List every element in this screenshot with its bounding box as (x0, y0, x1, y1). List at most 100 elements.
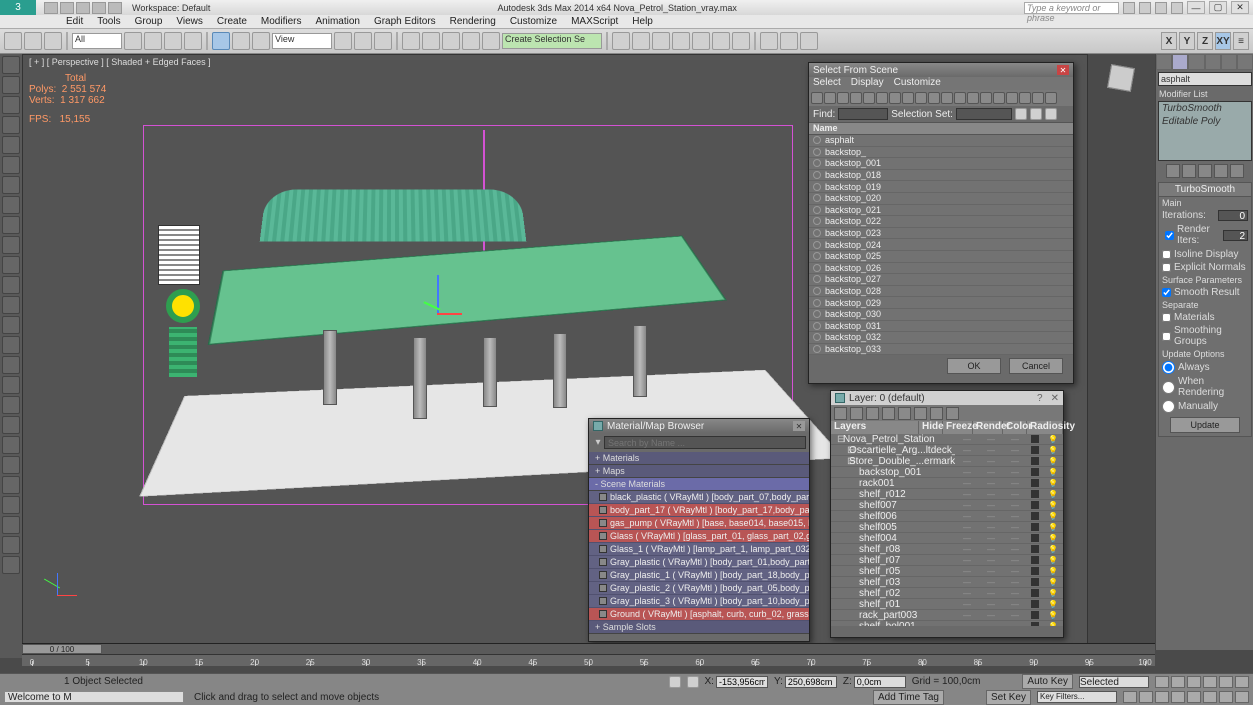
workspace-dropdown[interactable]: Workspace: Default (132, 3, 210, 13)
rotate-button[interactable] (232, 32, 250, 50)
setkey-button[interactable]: Set Key (986, 690, 1031, 705)
key-mode-button[interactable] (1235, 676, 1249, 688)
menu-help[interactable]: Help (626, 15, 659, 28)
ribbon-btn[interactable] (2, 216, 20, 234)
col-hide[interactable]: Hide (919, 421, 943, 434)
sfs-list-item[interactable]: backstop_021 (809, 205, 1073, 217)
ribbon-btn[interactable] (2, 396, 20, 414)
time-ruler[interactable]: 0510152025303540455055606570758085909510… (22, 654, 1155, 666)
stack-btn[interactable] (1230, 164, 1244, 178)
ribbon-btn[interactable] (2, 476, 20, 494)
orbit-button[interactable] (1219, 691, 1233, 703)
layer-tb-btn[interactable] (834, 407, 847, 420)
key-mode-dropdown[interactable]: Selected (1079, 676, 1149, 688)
maximize-button[interactable]: ▢ (1209, 1, 1227, 14)
sfs-filter-btn[interactable] (915, 92, 927, 104)
spinner-snap-button[interactable] (462, 32, 480, 50)
ribbon-btn[interactable] (2, 96, 20, 114)
material-item[interactable]: Gray_plastic_2 ( VRayMtl ) [body_part_05… (589, 582, 809, 595)
constraint-x[interactable]: X (1161, 32, 1177, 50)
autokey-button[interactable]: Auto Key (1022, 674, 1073, 689)
object-name-field[interactable] (1158, 72, 1252, 86)
graphite-button[interactable] (672, 32, 690, 50)
move-button[interactable] (212, 32, 230, 50)
ribbon-btn[interactable] (2, 356, 20, 374)
tab-motion[interactable] (1205, 54, 1221, 70)
menu-rendering[interactable]: Rendering (444, 15, 502, 28)
layer-row[interactable]: shelf_r05———💡 (831, 566, 1063, 577)
ribbon-btn[interactable] (2, 156, 20, 174)
select-region-button[interactable] (164, 32, 182, 50)
tab-create[interactable] (1156, 54, 1172, 70)
col-color[interactable]: Color (1003, 421, 1027, 434)
sfs-tool-btn[interactable] (1030, 108, 1042, 120)
menu-modifiers[interactable]: Modifiers (255, 15, 308, 28)
stack-btn[interactable] (1214, 164, 1228, 178)
menu-maxscript[interactable]: MAXScript (565, 15, 624, 28)
menu-create[interactable]: Create (211, 15, 253, 28)
selection-filter-dropdown[interactable]: All (72, 33, 122, 49)
select-by-name-button[interactable] (144, 32, 162, 50)
layer-row[interactable]: shelf006———💡 (831, 511, 1063, 522)
tab-display[interactable] (1221, 54, 1237, 70)
menu-animation[interactable]: Animation (309, 15, 365, 28)
menu-customize[interactable]: Customize (504, 15, 563, 28)
ribbon-btn[interactable] (2, 136, 20, 154)
sfs-filter-btn[interactable] (954, 92, 966, 104)
menu-edit[interactable]: Edit (60, 15, 89, 28)
sfs-list-item[interactable]: backstop_022 (809, 216, 1073, 228)
exchange-icon[interactable] (1155, 2, 1167, 14)
align-button[interactable] (632, 32, 650, 50)
material-item[interactable]: Glass ( VRayMtl ) [glass_part_01, glass_… (589, 530, 809, 543)
material-item[interactable]: Gray_plastic ( VRayMtl ) [body_part_01,b… (589, 556, 809, 569)
percent-snap-button[interactable] (442, 32, 460, 50)
material-item[interactable]: Ground ( VRayMtl ) [asphalt, curb, curb_… (589, 608, 809, 621)
layer-row[interactable]: ⊟Store_Double_...ermarke———💡 (831, 456, 1063, 467)
sfs-filter-btn[interactable] (811, 92, 823, 104)
ribbon-btn[interactable] (2, 556, 20, 574)
ribbon-btn[interactable] (2, 196, 20, 214)
scene-materials-list[interactable]: black_plastic ( VRayMtl ) [body_part_07,… (589, 491, 809, 621)
app-icon[interactable]: 3 (0, 0, 36, 15)
ribbon-btn[interactable] (2, 116, 20, 134)
update-button[interactable]: Update (1170, 417, 1240, 433)
layer-tb-btn[interactable] (930, 407, 943, 420)
smoothing-groups-check[interactable] (1162, 332, 1171, 341)
sfs-filter-btn[interactable] (1006, 92, 1018, 104)
sfs-list-item[interactable]: backstop_ (809, 147, 1073, 159)
refcoord-dropdown[interactable]: View (272, 33, 332, 49)
help-icon[interactable] (1171, 2, 1183, 14)
sfs-filter-btn[interactable] (876, 92, 888, 104)
constraint-xy[interactable]: XY (1215, 32, 1231, 50)
layer-row[interactable]: shelf005———💡 (831, 522, 1063, 533)
constraint-xyz[interactable]: ≡ (1233, 32, 1249, 50)
help-button[interactable]: ? (1037, 393, 1043, 404)
update-manually-radio[interactable] (1162, 400, 1175, 413)
material-search-input[interactable] (604, 436, 806, 449)
material-group-scene[interactable]: - Scene Materials (589, 478, 809, 491)
transform-typein-button[interactable] (687, 676, 699, 688)
qat-btn[interactable] (76, 2, 90, 14)
sfs-menu-select[interactable]: Select (813, 77, 841, 90)
stack-btn[interactable] (1166, 164, 1180, 178)
layer-row[interactable]: shelf007———💡 (831, 500, 1063, 511)
qat-btn[interactable] (92, 2, 106, 14)
layer-tb-btn[interactable] (866, 407, 879, 420)
sfs-filter-btn[interactable] (1019, 92, 1031, 104)
time-slider-knob[interactable]: 0 / 100 (22, 644, 102, 654)
dialog-close-button[interactable]: ✕ (1057, 65, 1069, 75)
dropdown-icon[interactable]: ▾ (592, 437, 604, 448)
layer-row[interactable]: ⊟Nova_Petrol_Station———💡 (831, 434, 1063, 445)
sfs-filter-btn[interactable] (889, 92, 901, 104)
next-frame-button[interactable] (1203, 676, 1217, 688)
sfs-tool-btn[interactable] (1015, 108, 1027, 120)
ribbon-btn[interactable] (2, 456, 20, 474)
minimize-button[interactable]: — (1187, 1, 1205, 14)
material-group[interactable]: + Maps (589, 465, 809, 478)
layer-row[interactable]: shelf_r01———💡 (831, 599, 1063, 610)
sfs-filter-btn[interactable] (1032, 92, 1044, 104)
tab-utilities[interactable] (1237, 54, 1253, 70)
tab-hierarchy[interactable] (1188, 54, 1204, 70)
layer-row[interactable]: shelf_r08———💡 (831, 544, 1063, 555)
iterations-spinner[interactable]: 0 (1218, 210, 1248, 221)
